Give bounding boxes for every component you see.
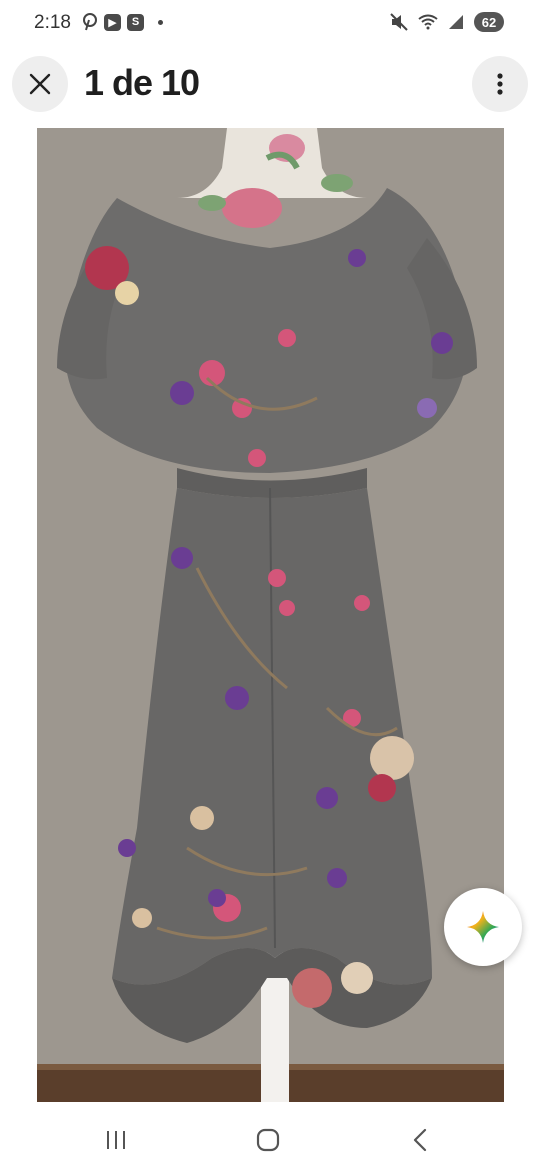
image-counter-title: 1 de 10 (84, 62, 200, 103)
more-options-button[interactable] (472, 56, 528, 112)
viewer-header: 1 de 10 (0, 50, 540, 114)
home-button[interactable] (238, 1120, 298, 1160)
close-icon (29, 73, 51, 95)
sparkle-icon (467, 911, 499, 943)
back-icon (413, 1128, 427, 1152)
recent-apps-icon (107, 1131, 125, 1149)
system-nav-bar (0, 1110, 540, 1170)
status-bar: 2:18 ▶ S 62 (0, 0, 540, 48)
back-button[interactable] (390, 1120, 450, 1160)
more-vert-icon (497, 73, 503, 95)
wifi-icon (418, 14, 438, 30)
ai-assist-button[interactable] (444, 888, 522, 966)
dress-photo[interactable] (37, 128, 504, 1102)
dress-photo-illustration (37, 128, 504, 1102)
status-right-icons: 62 (390, 12, 504, 32)
pinterest-icon (83, 13, 97, 31)
battery-indicator: 62 (474, 12, 504, 32)
status-time: 2:18 (34, 12, 71, 33)
mute-icon (390, 13, 408, 31)
recent-apps-button[interactable] (86, 1120, 146, 1160)
signal-icon (449, 15, 463, 29)
close-button[interactable] (12, 56, 68, 112)
home-icon (256, 1128, 280, 1152)
notification-icons: ▶ S (82, 13, 163, 31)
more-notifications-dot (158, 19, 163, 25)
s-app-icon: S (127, 13, 144, 31)
youtube-icon: ▶ (104, 13, 121, 31)
